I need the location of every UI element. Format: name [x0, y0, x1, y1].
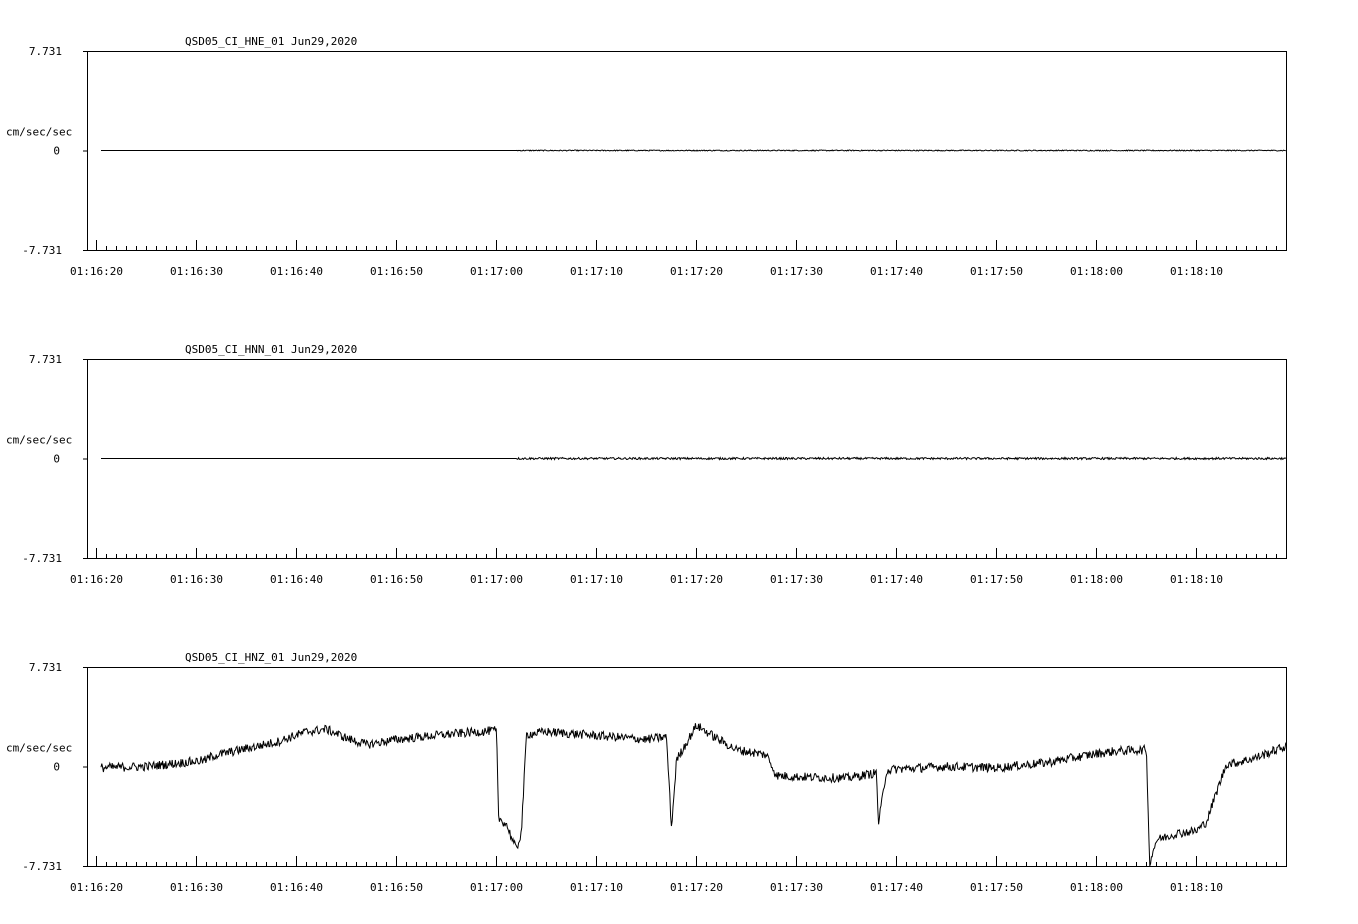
y-axis-label: cm/sec/sec — [6, 434, 72, 447]
y-axis-label: cm/sec/sec — [6, 742, 72, 755]
x-tick-label: 01:16:20 — [70, 881, 123, 894]
panel-2: QSD05_CI_HNN_01 Jun29,2020 7.731 0 -7.731 cm… — [6, 343, 1287, 586]
x-tick-label: 01:17:50 — [970, 573, 1023, 586]
x-tick-label: 01:18:00 — [1070, 881, 1123, 894]
x-tick-label: 01:18:00 — [1070, 573, 1123, 586]
x-tick-label: 01:16:40 — [270, 573, 323, 586]
x-tick-label: 01:17:10 — [570, 265, 623, 278]
x-tick-label: 01:16:50 — [370, 881, 423, 894]
x-tick-label: 01:17:30 — [770, 881, 823, 894]
x-tick-label: 01:17:30 — [770, 265, 823, 278]
x-tick-label: 01:17:50 — [970, 881, 1023, 894]
x-tick-label: 01:16:50 — [370, 573, 423, 586]
x-tick-label: 01:16:30 — [170, 881, 223, 894]
x-tick-label: 01:16:40 — [270, 265, 323, 278]
chart-title: QSD05_CI_HNN_01 Jun29,2020 — [185, 343, 357, 356]
y-tick-label: -7.731 — [22, 244, 62, 257]
x-tick-label: 01:17:40 — [870, 573, 923, 586]
y-tick-label: 0 — [53, 145, 60, 158]
y-tick-label: -7.731 — [22, 552, 62, 565]
panel-1: QSD05_CI_HNE_01 Jun29,2020 7.731 0 -7.731 cm… — [6, 35, 1287, 278]
x-tick-label: 01:18:00 — [1070, 265, 1123, 278]
x-tick-label: 01:17:20 — [670, 573, 723, 586]
y-tick-label: -7.731 — [22, 860, 62, 873]
chart-title: QSD05_CI_HNE_01 Jun29,2020 — [185, 35, 357, 48]
y-tick-label: 7.731 — [29, 353, 62, 366]
y-tick-label: 0 — [53, 453, 60, 466]
chart-title: QSD05_CI_HNZ_01 Jun29,2020 — [185, 651, 357, 664]
x-tick-label: 01:17:40 — [870, 881, 923, 894]
x-tick-label: 01:16:30 — [170, 573, 223, 586]
y-tick-label: 0 — [53, 761, 60, 774]
x-tick-label: 01:18:10 — [1170, 881, 1223, 894]
y-tick-label: 7.731 — [29, 45, 62, 58]
x-tick-label: 01:17:10 — [570, 881, 623, 894]
x-tick-label: 01:16:20 — [70, 573, 123, 586]
waveform-trace — [100, 723, 1287, 867]
x-tick-label: 01:17:50 — [970, 265, 1023, 278]
y-tick-label: 7.731 — [29, 661, 62, 674]
x-tick-label: 01:16:50 — [370, 265, 423, 278]
x-tick-label: 01:17:20 — [670, 265, 723, 278]
x-tick-label: 01:16:20 — [70, 265, 123, 278]
x-tick-label: 01:16:30 — [170, 265, 223, 278]
waveform-trace — [101, 149, 1286, 152]
waveform-trace — [101, 456, 1287, 461]
x-tick-label: 01:18:10 — [1170, 573, 1223, 586]
x-tick-label: 01:16:40 — [270, 881, 323, 894]
x-tick-label: 01:17:10 — [570, 573, 623, 586]
panel-3: QSD05_CI_HNZ_01 Jun29,2020 7.731 0 -7.731 cm… — [6, 651, 1287, 894]
plot-frame — [87, 667, 1287, 867]
x-tick-label: 01:17:40 — [870, 265, 923, 278]
x-tick-label: 01:18:10 — [1170, 265, 1223, 278]
y-axis-label: cm/sec/sec — [6, 126, 72, 139]
x-tick-label: 01:17:00 — [470, 265, 523, 278]
x-tick-label: 01:17:20 — [670, 881, 723, 894]
x-tick-label: 01:17:00 — [470, 573, 523, 586]
seismogram-figure: QSD05_CI_HNE_01 Jun29,2020 7.731 0 -7.731 cm… — [6, 35, 1287, 894]
x-tick-label: 01:17:00 — [470, 881, 523, 894]
x-tick-label: 01:17:30 — [770, 573, 823, 586]
